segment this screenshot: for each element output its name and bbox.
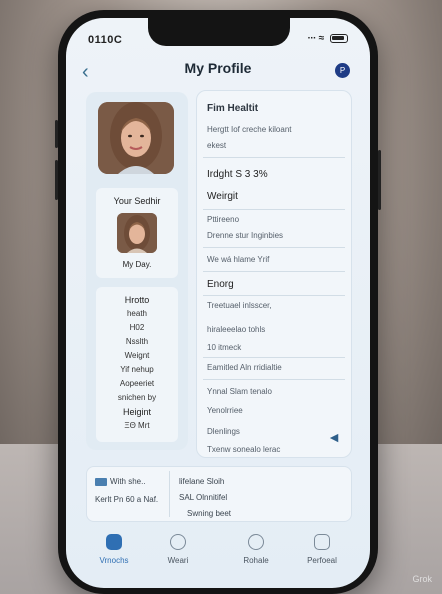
list-item[interactable]: Nsslth xyxy=(96,335,178,349)
health-panel: Fim Healtit Hergtt Iof creche kiloant ek… xyxy=(196,90,352,458)
arrow-icon[interactable]: ◄ xyxy=(327,429,341,445)
list-item[interactable]: heath xyxy=(96,307,178,321)
section-label: Pttireeno xyxy=(207,215,240,224)
profile-thumbnail xyxy=(117,213,157,253)
summary-label: My Day. xyxy=(122,260,152,269)
health-line: Dlenlings xyxy=(207,427,240,436)
card-icon xyxy=(95,477,107,486)
health-line: Txenw sonealo lerac xyxy=(207,445,281,454)
battery-icon xyxy=(330,33,348,43)
tab-label: Vrnochs xyxy=(99,556,129,565)
profile-icon xyxy=(314,534,330,550)
status-time: 0110C xyxy=(88,34,123,46)
health-line: hiraleeelao tohls xyxy=(207,325,266,334)
info-line: SAL Olnnitifel xyxy=(179,493,228,502)
list-item[interactable]: snichen by xyxy=(96,391,178,405)
health-line: Ynnal Slam tenalo xyxy=(207,387,272,396)
list-item[interactable]: Hrotto xyxy=(96,293,178,307)
profile-summary-card[interactable]: Your Sedhir My Day. xyxy=(96,188,178,278)
info-line: With she.. xyxy=(95,477,146,486)
health-line: ekest xyxy=(207,141,227,150)
tab-label: Weari xyxy=(167,556,189,565)
info-card[interactable]: With she.. Kerlt Pn 60 a Naf. lifelane S… xyxy=(86,466,352,522)
info-line: lifelane Sloih xyxy=(179,477,225,486)
divider xyxy=(203,295,345,296)
watermark: Grok xyxy=(412,574,432,584)
divider xyxy=(203,247,345,248)
tab-label: Rohale xyxy=(243,556,269,565)
tab-label: Perfoeal xyxy=(307,556,337,565)
info-line: Kerlt Pn 60 a Naf. xyxy=(95,495,159,504)
heart-icon xyxy=(170,534,186,550)
health-line: Hergtt Iof creche kiloant xyxy=(207,125,292,134)
avatar[interactable]: P xyxy=(335,63,350,78)
tab-profile[interactable]: Perfoeal xyxy=(292,534,352,565)
tab-home[interactable]: Vrnochs xyxy=(84,534,144,565)
divider xyxy=(203,271,345,272)
list-item[interactable]: Yif nehup xyxy=(96,363,178,377)
notch xyxy=(148,18,290,46)
health-line: 10 itmeck xyxy=(207,343,242,352)
tab-bar: Vrnochs Weari Rohale Perfoeal xyxy=(66,530,370,580)
home-icon xyxy=(106,534,122,550)
list-item[interactable]: H02 xyxy=(96,321,178,335)
health-line: Yenolrriee xyxy=(207,406,243,415)
divider xyxy=(203,209,345,210)
status-icons: ∙∙∙ ≈ xyxy=(308,33,348,44)
health-line[interactable]: Eamitled Aln rridialtie xyxy=(207,363,343,372)
power-button xyxy=(378,150,381,210)
volume-button xyxy=(55,160,58,200)
list-item[interactable]: ΞΘ Mrt xyxy=(96,419,178,433)
list-item[interactable]: Aopeeriet xyxy=(96,377,178,391)
summary-title: Your Sedhir xyxy=(113,196,161,206)
signal-icon: ∙∙∙ ≈ xyxy=(307,33,325,44)
profile-photo xyxy=(98,102,174,174)
info-line: Swning beet xyxy=(187,509,232,518)
list-item[interactable]: Heigint xyxy=(96,405,178,419)
energy-label[interactable]: Enorg xyxy=(207,279,343,290)
tab-rohale[interactable]: Rohale xyxy=(226,534,286,565)
page-title: My Profile xyxy=(184,60,252,76)
list-item[interactable]: Weignt xyxy=(96,349,178,363)
stats-list: Hrotto heath H02 Nsslth Weignt Yif nehup… xyxy=(96,287,178,442)
health-title: Fim Healtit xyxy=(207,103,259,114)
profile-sidebar: Your Sedhir My Day. Hrotto heath H02 Nss… xyxy=(86,92,188,450)
divider xyxy=(203,357,345,358)
volume-button xyxy=(55,120,58,148)
screen: 0110C ∙∙∙ ≈ ‹ My Profile P Your Sedhir M… xyxy=(66,18,370,588)
divider xyxy=(203,379,345,380)
settings-icon xyxy=(248,534,264,550)
divider xyxy=(203,157,345,158)
weight-label[interactable]: Weirgit xyxy=(207,191,343,202)
divider xyxy=(169,471,170,517)
health-line[interactable]: We wá hlame Yrif xyxy=(207,255,343,264)
health-line: Treetuael inlsscer, xyxy=(207,301,272,310)
height-value[interactable]: Irdght S 3 3% xyxy=(207,169,343,180)
health-line[interactable]: Drenne stur Inginbies xyxy=(207,231,343,240)
tab-wear[interactable]: Weari xyxy=(148,534,208,565)
